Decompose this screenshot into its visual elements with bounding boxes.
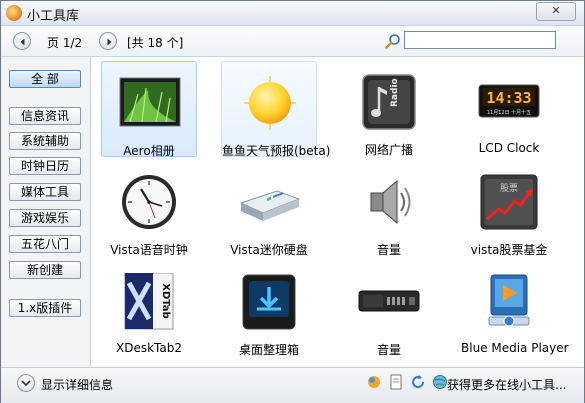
gadget-label: 音量 (376, 343, 401, 357)
globe-icon[interactable] (432, 374, 448, 390)
gadget-label: 音量 (376, 243, 401, 257)
document-icon[interactable] (388, 374, 404, 390)
title-bar: 小工具库 ✕ (1, 1, 584, 26)
category-all[interactable]: 全 部 (9, 70, 81, 88)
gadget-tile-volume[interactable]: 音量 (341, 161, 437, 257)
search-input[interactable] (404, 31, 556, 49)
volume-panel-icon (358, 290, 420, 312)
xdesktab-text: XDTab (160, 283, 171, 318)
lcd-clock-icon: 14:33 11月12日 十月十五 (478, 84, 540, 118)
get-more-gadgets-link[interactable]: 获得更多在线小工具... (447, 376, 566, 393)
gadget-tile-vista-voice-clock[interactable]: Vista语音时钟 (101, 161, 197, 257)
speaker-icon (370, 179, 411, 225)
category-sidebar: 全 部 信息资讯 系统辅助 时钟日历 媒体工具 游戏娱乐 五花八门 新创建 1.… (1, 57, 91, 366)
window-title: 小工具库 (27, 9, 80, 24)
media-player-icon (488, 274, 530, 327)
show-details-button[interactable] (17, 374, 35, 392)
gadget-tile-weather[interactable]: 鱼鱼天气预报(beta) (221, 61, 331, 158)
gadget-tile-xdesktab[interactable]: XDTab XDeskTab2 (101, 261, 197, 357)
category-legacy-plugins[interactable]: 1.x版插件 (9, 299, 81, 317)
show-details-label[interactable]: 显示详细信息 (41, 376, 113, 393)
category-media[interactable]: 媒体工具 (9, 183, 81, 201)
chevron-down-icon (21, 380, 31, 387)
refresh-icon[interactable] (410, 374, 426, 390)
close-button[interactable]: ✕ (536, 2, 576, 21)
gadget-label: Vista语音时钟 (110, 243, 188, 257)
chevron-right-icon (107, 38, 112, 46)
category-new[interactable]: 新创建 (9, 261, 81, 279)
gadget-grid: Aero相册 鱼鱼天气预报(beta) Radio 网络广播 14:33 11月… (91, 57, 584, 366)
gadget-tile-internet-radio[interactable]: Radio 网络广播 (341, 61, 437, 157)
category-system[interactable]: 系统辅助 (9, 132, 81, 150)
gadget-tile-aero-album[interactable]: Aero相册 (101, 61, 197, 158)
previous-page-button[interactable] (13, 32, 31, 50)
category-news[interactable]: 信息资讯 (9, 107, 81, 125)
radio-text: Radio (390, 78, 400, 107)
category-games[interactable]: 游戏娱乐 (9, 209, 81, 227)
gadget-label: LCD Clock (478, 141, 540, 155)
hard-drive-icon (239, 190, 301, 221)
gadget-gallery-window: 小工具库 ✕ 页 1/2 [共 18 个] 全 部 信息资讯 系统辅助 时钟日历… (0, 0, 585, 403)
lcd-time: 14:33 (486, 89, 531, 107)
photo-album-icon (119, 77, 181, 127)
category-clock-calendar[interactable]: 时钟日历 (9, 157, 81, 175)
radio-icon: Radio (362, 74, 416, 130)
gadget-tile-vista-stock[interactable]: 股票 vista股票基金 (461, 161, 557, 257)
gadget-tile-desktop-box[interactable]: 桌面整理箱 (221, 261, 317, 357)
gadget-label: 桌面整理箱 (238, 343, 299, 357)
lcd-date: 11月12日 十月十五 (487, 109, 531, 116)
gadget-icon[interactable] (366, 374, 382, 390)
gadget-label: Vista迷你硬盘 (230, 243, 308, 257)
gadget-tile-blue-media-player[interactable]: Blue Media Player (461, 261, 569, 357)
gadget-label: vista股票基金 (470, 243, 548, 257)
chevron-left-icon (20, 38, 25, 46)
gadget-label: Aero相册 (123, 144, 175, 158)
gadget-tile-volume-panel[interactable]: 音量 (341, 261, 437, 357)
search-icon[interactable] (385, 33, 401, 49)
gadget-tile-vista-mini-disk[interactable]: Vista迷你硬盘 (221, 161, 317, 257)
wall-clock-icon (122, 175, 176, 229)
xdesktab-icon: XDTab (124, 273, 174, 330)
gadget-label: XDeskTab2 (116, 341, 182, 355)
gadget-count: [共 18 个] (127, 36, 184, 50)
stock-text: 股票 (500, 183, 518, 194)
category-misc[interactable]: 五花八门 (9, 235, 81, 253)
gadget-label: 网络广播 (364, 143, 413, 157)
page-indicator: 页 1/2 (47, 36, 83, 50)
gadget-tile-lcd-clock[interactable]: 14:33 11月12日 十月十五 LCD Clock (461, 61, 557, 157)
toolbar: 页 1/2 [共 18 个] (1, 26, 584, 57)
next-page-button[interactable] (99, 32, 117, 50)
gadget-label: 鱼鱼天气预报(beta) (222, 144, 331, 158)
desktop-box-icon (242, 274, 296, 330)
app-icon (6, 5, 22, 21)
gadget-label: Blue Media Player (461, 341, 569, 355)
stock-chart-icon: 股票 (480, 174, 538, 230)
status-bar: 显示详细信息 获得更多在线小工具... (1, 367, 584, 403)
weather-sun-icon (244, 76, 296, 130)
